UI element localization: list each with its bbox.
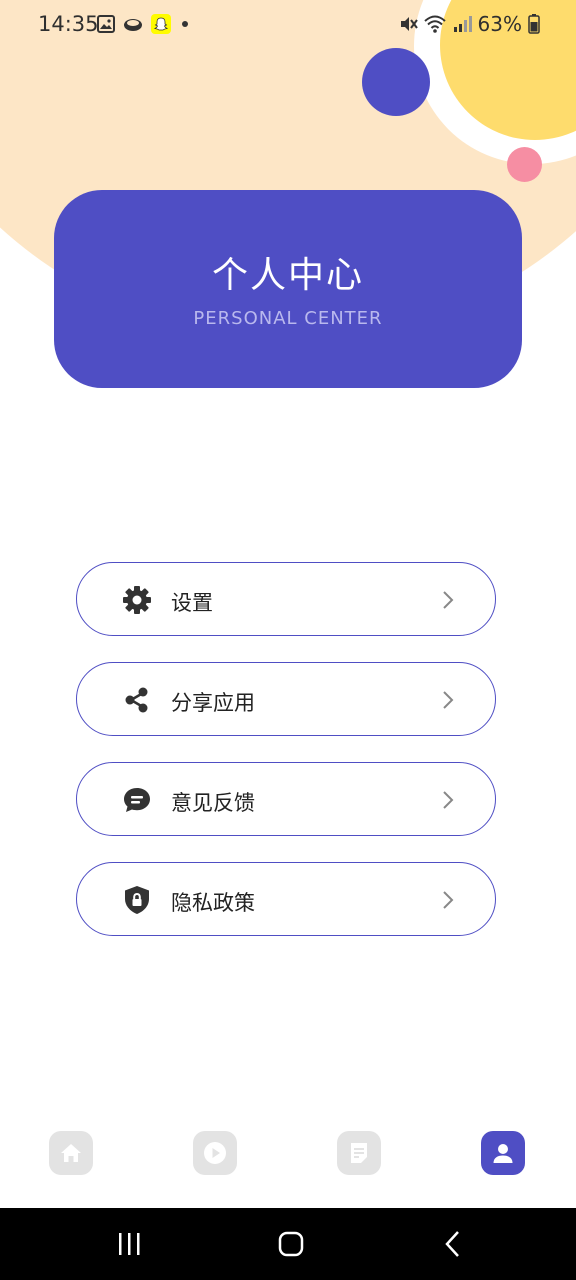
status-bar: 14:35 63% [0,0,576,48]
tab-play[interactable] [193,1131,237,1175]
system-navigation-bar [0,1208,576,1280]
document-icon [351,1143,367,1163]
screen: 14:35 63% 个人中心 PERSONAL CENTER 设置 分享应用 意… [0,0,576,1280]
menu-item-share-app[interactable]: 分享应用 [76,662,496,736]
status-notification-icons [97,14,191,34]
tab-document[interactable] [337,1131,381,1175]
menu-item-settings[interactable]: 设置 [76,562,496,636]
share-icon [125,687,148,713]
chevron-right-icon [443,591,454,609]
mute-icon [400,17,418,31]
background-purple-dot [362,48,430,116]
page-title: 个人中心 [211,255,364,296]
tab-home[interactable] [49,1131,93,1175]
menu-item-label: 设置 [171,591,213,615]
back-button[interactable] [433,1228,473,1260]
menu-item-label: 意见反馈 [171,791,255,815]
background-pink-dot [507,147,542,182]
chevron-right-icon [443,891,454,909]
home-button[interactable] [271,1228,311,1260]
page-subtitle: PERSONAL CENTER [193,308,383,329]
dot-icon [182,21,188,27]
menu-item-label: 分享应用 [171,691,255,715]
status-time: 14:35 [38,12,99,36]
gear-icon [123,586,151,614]
chevron-right-icon [443,691,454,709]
gallery-icon [97,15,115,33]
shield-lock-icon [125,886,149,914]
app-notification-icon [124,19,142,31]
signal-icon [453,16,472,32]
user-icon [493,1144,513,1163]
menu-item-privacy-policy[interactable]: 隐私政策 [76,862,496,936]
menu-item-label: 隐私政策 [171,891,255,915]
battery-percentage: 63% [477,12,522,36]
status-system-icons: 63% [398,12,540,36]
recent-apps-button[interactable] [109,1228,149,1260]
battery-icon [528,14,540,34]
home-icon [61,1144,81,1162]
chevron-right-icon [443,791,454,809]
chat-bubble-icon [124,788,150,812]
menu-item-feedback[interactable]: 意见反馈 [76,762,496,836]
play-icon [204,1142,226,1164]
header-card: 个人中心 PERSONAL CENTER [54,190,522,388]
snapchat-icon [151,14,171,34]
wifi-icon [423,15,446,33]
tab-profile[interactable] [481,1131,525,1175]
